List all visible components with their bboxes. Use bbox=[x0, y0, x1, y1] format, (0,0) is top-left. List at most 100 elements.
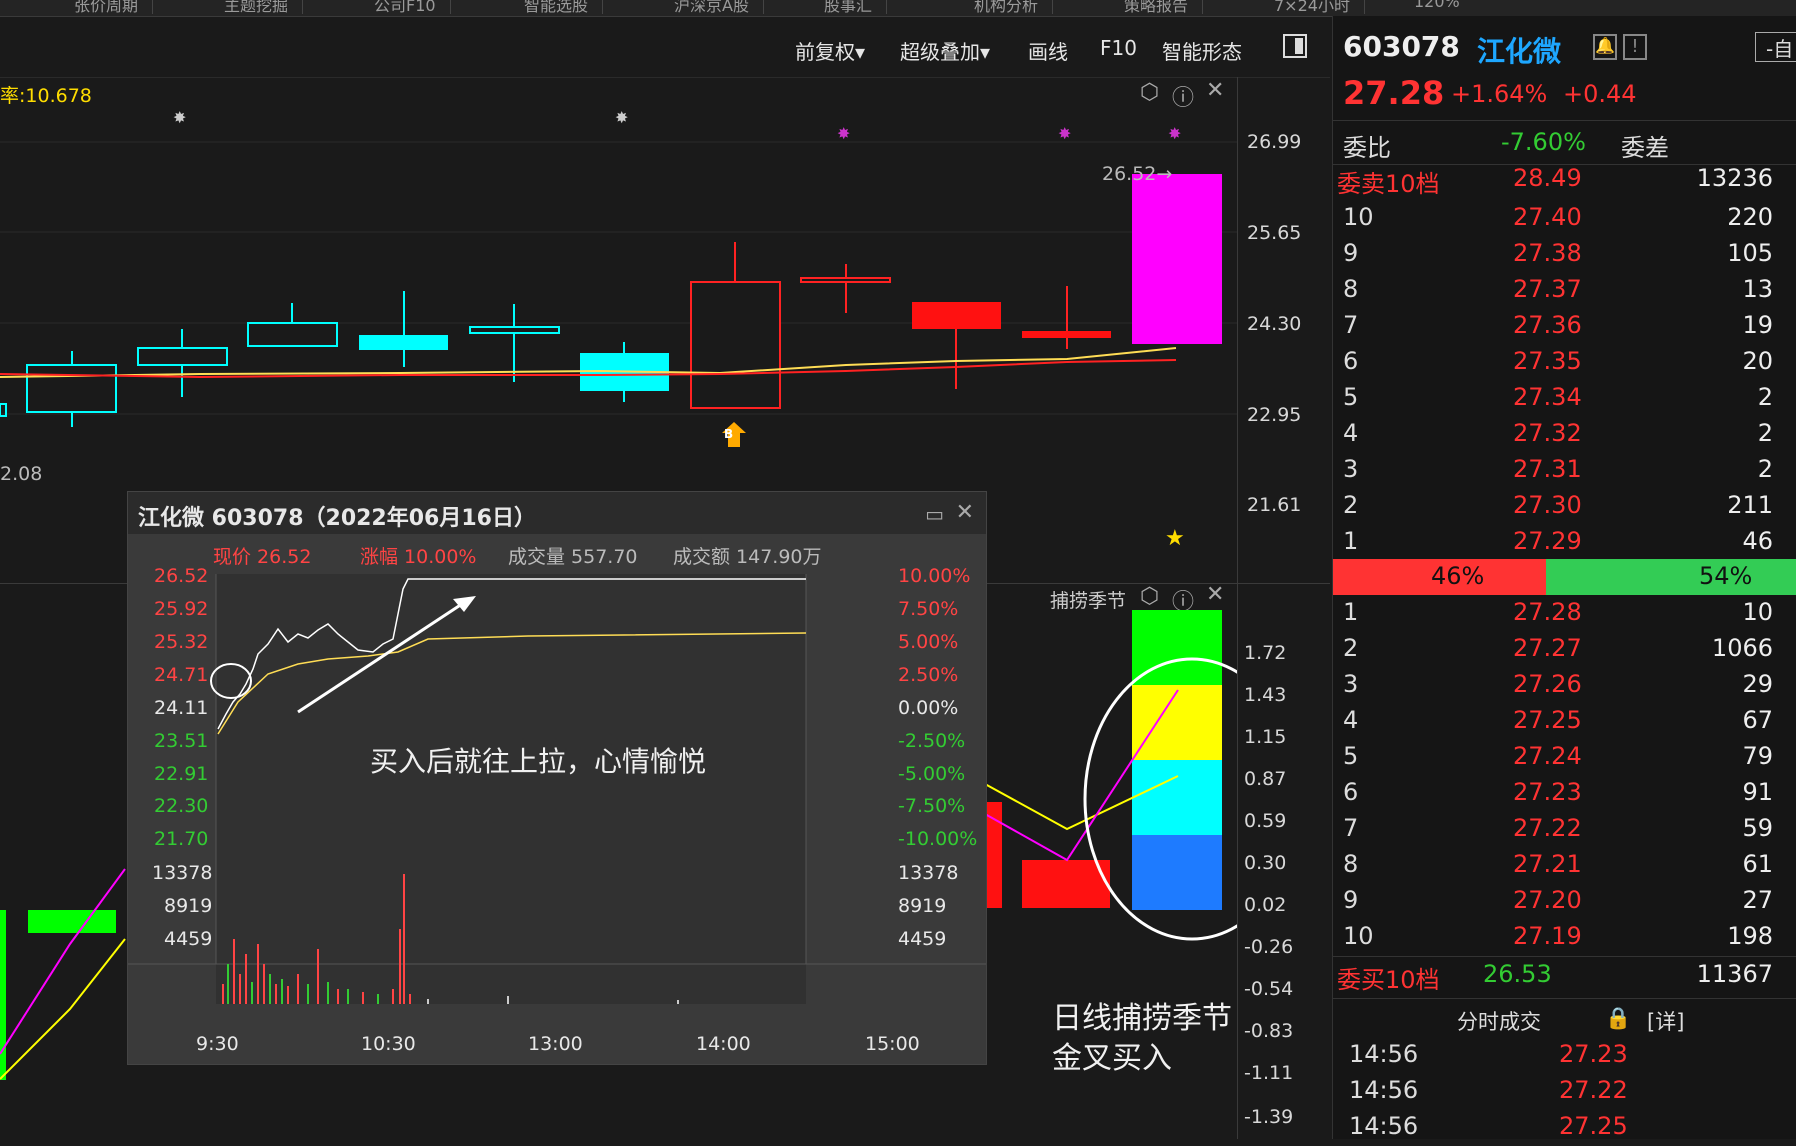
sell-order-row[interactable]: 3 27.31 2 bbox=[1333, 453, 1796, 489]
order-volume: 220 bbox=[1727, 203, 1773, 231]
tab-item[interactable]: 主题挖掘 bbox=[210, 0, 304, 15]
buy-order-row[interactable]: 3 27.26 29 bbox=[1333, 668, 1796, 704]
settings-icon[interactable]: ⬡ bbox=[1140, 80, 1159, 105]
price-axis-tick: 25.65 bbox=[1247, 222, 1302, 244]
order-level: 10 bbox=[1343, 203, 1374, 231]
order-price: 27.27 bbox=[1513, 634, 1582, 662]
order-volume: 2 bbox=[1757, 455, 1773, 483]
order-price: 27.25 bbox=[1513, 706, 1582, 734]
order-volume: 13 bbox=[1742, 275, 1773, 303]
order-price: 27.26 bbox=[1513, 670, 1582, 698]
indicator-axis-tick: -1.39 bbox=[1244, 1106, 1294, 1128]
popup-price-tick: 24.71 bbox=[154, 664, 209, 686]
top-tab-strip: 张价周期 主题挖掘 公司F10 智能选股 沪深京A股 股事汇 机构分析 策略报告… bbox=[0, 0, 1796, 17]
f10-button[interactable]: F10 bbox=[1100, 36, 1137, 60]
bell-icon[interactable]: 🔔 bbox=[1593, 34, 1617, 60]
buy-order-row[interactable]: 10 27.19 198 bbox=[1333, 920, 1796, 956]
close-icon[interactable]: ✕ bbox=[1206, 78, 1224, 103]
sell-order-row[interactable]: 10 27.40 220 bbox=[1333, 201, 1796, 237]
star-marker: ★ bbox=[1165, 526, 1185, 551]
tab-item[interactable]: 张价周期 bbox=[60, 0, 154, 15]
tab-item[interactable]: 公司F10 bbox=[360, 0, 451, 15]
annotation-text: 日线捕捞季节 bbox=[1052, 1001, 1232, 1036]
ticks-detail-link[interactable]: [详] bbox=[1647, 1006, 1684, 1036]
candle bbox=[1132, 174, 1222, 344]
popup-pct-tick: -5.00% bbox=[898, 763, 966, 785]
tab-item[interactable]: 策略报告 bbox=[1110, 0, 1204, 15]
popup-price-tick: 24.11 bbox=[154, 697, 209, 719]
pattern-button[interactable]: 智能形态 bbox=[1162, 36, 1242, 65]
order-volume: 198 bbox=[1727, 922, 1773, 950]
sell-order-row[interactable]: 5 27.34 2 bbox=[1333, 381, 1796, 417]
help-icon[interactable]: ⓘ bbox=[1172, 80, 1194, 112]
indicator-axis-tick: -0.83 bbox=[1244, 1020, 1294, 1042]
sell10-label: 委卖10档 bbox=[1337, 170, 1440, 198]
current-price: 27.28 bbox=[1343, 74, 1445, 112]
panel-toggle-icon[interactable] bbox=[1283, 34, 1307, 58]
fuquan-dropdown[interactable]: 前复权▾ bbox=[795, 36, 865, 65]
buy-marker-label: B bbox=[724, 427, 734, 441]
indicator-axis-tick: 0.30 bbox=[1244, 852, 1287, 874]
order-level: 9 bbox=[1343, 886, 1359, 914]
alert-icon[interactable]: ! bbox=[1623, 34, 1647, 60]
buy-order-row[interactable]: 7 27.22 59 bbox=[1333, 812, 1796, 848]
buy10-volume: 11367 bbox=[1696, 960, 1773, 988]
sell-order-row[interactable]: 9 27.38 105 bbox=[1333, 237, 1796, 273]
tab-item[interactable]: 7×24小时 bbox=[1260, 0, 1365, 15]
popup-price-tick: 22.30 bbox=[154, 795, 209, 817]
buy-order-row[interactable]: 8 27.21 61 bbox=[1333, 848, 1796, 884]
sell-order-row[interactable]: 2 27.30 211 bbox=[1333, 489, 1796, 525]
divider bbox=[1333, 956, 1796, 957]
buy-order-row[interactable]: 5 27.24 79 bbox=[1333, 740, 1796, 776]
sell-order-row[interactable]: 7 27.36 19 bbox=[1333, 309, 1796, 345]
watchlist-button[interactable]: -自 bbox=[1755, 32, 1796, 62]
popup-time-tick: 15:00 bbox=[865, 1033, 920, 1055]
popup-vol-tick: 4459 bbox=[898, 928, 947, 950]
tab-item[interactable]: 智能选股 bbox=[510, 0, 604, 15]
popup-vol-tick: 13378 bbox=[152, 862, 213, 884]
maximize-icon[interactable]: ▭ bbox=[925, 502, 944, 526]
axis-divider bbox=[1237, 77, 1238, 1139]
divider bbox=[1333, 998, 1796, 999]
draw-line-button[interactable]: 画线 bbox=[1028, 36, 1068, 65]
order-price: 27.19 bbox=[1513, 922, 1582, 950]
weibi-label: 委比 bbox=[1343, 134, 1391, 162]
order-level: 2 bbox=[1343, 634, 1359, 662]
sell-order-row[interactable]: 8 27.37 13 bbox=[1333, 273, 1796, 309]
buy-order-row[interactable]: 6 27.23 91 bbox=[1333, 776, 1796, 812]
buy10-price: 26.53 bbox=[1483, 960, 1552, 988]
tab-item[interactable]: 沪深京A股 bbox=[660, 0, 764, 15]
sell-order-row[interactable]: 6 27.35 20 bbox=[1333, 345, 1796, 381]
star-marker: ✸ bbox=[615, 108, 628, 127]
popup-price-tick: 22.91 bbox=[154, 763, 209, 785]
buy-order-row[interactable]: 1 27.28 10 bbox=[1333, 596, 1796, 632]
indicator-axis-tick: -0.26 bbox=[1244, 936, 1294, 958]
order-level: 2 bbox=[1343, 491, 1359, 519]
popup-pct-tick: 0.00% bbox=[898, 697, 959, 719]
buy-order-row[interactable]: 2 27.27 1066 bbox=[1333, 632, 1796, 668]
order-volume: 27 bbox=[1742, 886, 1773, 914]
order-level: 4 bbox=[1343, 706, 1359, 734]
sell-order-row[interactable]: 4 27.32 2 bbox=[1333, 417, 1796, 453]
lock-icon[interactable]: 🔒 bbox=[1605, 1006, 1631, 1031]
buy-order-row[interactable]: 9 27.20 27 bbox=[1333, 884, 1796, 920]
sell-order-row[interactable]: 1 27.29 46 bbox=[1333, 525, 1796, 561]
change-amount: +0.44 bbox=[1563, 80, 1637, 108]
order-price: 27.34 bbox=[1513, 383, 1582, 411]
popup-time-tick: 9:30 bbox=[196, 1033, 239, 1055]
order-level: 1 bbox=[1343, 598, 1359, 626]
tab-item[interactable]: 机构分析 bbox=[960, 0, 1054, 15]
sell10-volume: 13236 bbox=[1696, 164, 1773, 192]
candle bbox=[137, 329, 228, 397]
tab-item[interactable]: 股事汇 bbox=[810, 0, 888, 15]
close-icon[interactable]: ✕ bbox=[956, 500, 974, 525]
order-price: 27.24 bbox=[1513, 742, 1582, 770]
buy-order-row[interactable]: 4 27.25 67 bbox=[1333, 704, 1796, 740]
sell10-price: 28.49 bbox=[1513, 164, 1582, 192]
popup-price-tick: 21.70 bbox=[154, 828, 209, 850]
ratio-red-label: 46% bbox=[1431, 562, 1485, 590]
overlay-dropdown[interactable]: 超级叠加▾ bbox=[900, 36, 990, 65]
change-percent: +1.64% bbox=[1451, 80, 1548, 108]
stock-code: 603078 bbox=[1343, 30, 1460, 63]
popup-vol-tick: 8919 bbox=[164, 895, 213, 917]
